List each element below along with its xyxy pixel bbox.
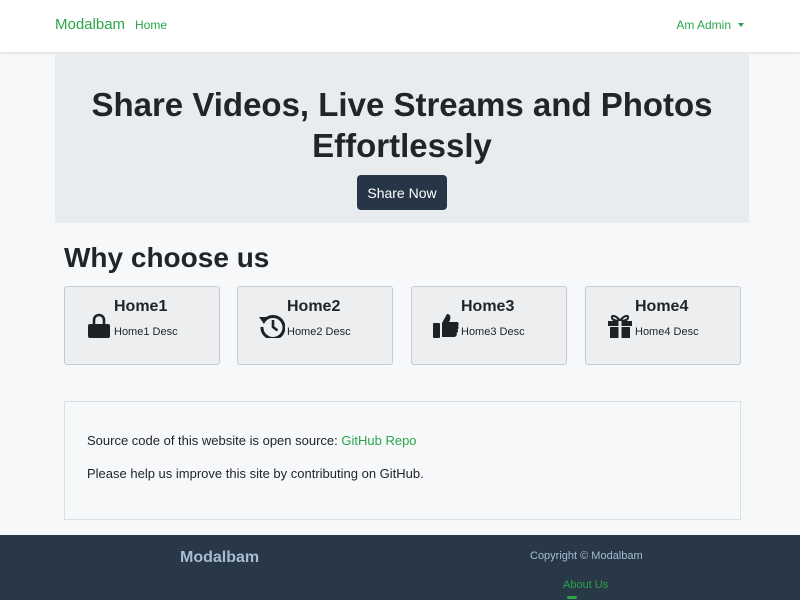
about-us-link[interactable]: About Us <box>563 579 608 591</box>
card-title: Home2 <box>287 298 341 315</box>
hero-title: Share Videos, Live Streams and Photos Ef… <box>91 86 713 164</box>
footer-link-partial[interactable] <box>567 596 577 599</box>
card-desc: Home3 Desc <box>461 326 525 338</box>
caret-down-icon <box>738 23 744 27</box>
card-desc: Home4 Desc <box>635 326 699 338</box>
why-choose-us-heading: Why choose us <box>64 242 270 273</box>
copyright-text: Copyright © Modalbam <box>530 550 643 562</box>
navbar-brand[interactable]: Modalbam <box>55 16 125 33</box>
card-desc: Home2 Desc <box>287 326 351 338</box>
contribute-text: Please help us improve this site by cont… <box>87 466 424 481</box>
source-code-text: Source code of this website is open sour… <box>87 433 417 448</box>
gift-icon <box>608 314 632 338</box>
feature-card: Home1 Home1 Desc <box>64 286 220 365</box>
card-desc: Home1 Desc <box>114 326 178 338</box>
github-repo-link[interactable]: GitHub Repo <box>341 433 416 448</box>
user-menu-dropdown[interactable]: Am Admin <box>676 18 744 32</box>
footer: Modalbam Copyright © Modalbam About Us <box>0 535 800 600</box>
navbar: Modalbam Home Am Admin <box>0 0 800 52</box>
hero-banner: Share Videos, Live Streams and Photos Ef… <box>55 53 749 223</box>
feature-card: Home2 Home2 Desc <box>237 286 393 365</box>
history-icon <box>259 315 285 338</box>
nav-home-link[interactable]: Home <box>135 18 167 32</box>
user-menu-label: Am Admin <box>676 18 731 32</box>
feature-card: Home4 Home4 Desc <box>585 286 741 365</box>
share-now-button[interactable]: Share Now <box>357 175 447 210</box>
source-code-label: Source code of this website is open sour… <box>87 433 342 448</box>
card-title: Home3 <box>461 298 515 315</box>
footer-brand: Modalbam <box>180 549 260 566</box>
card-title: Home1 <box>114 298 168 315</box>
lock-icon <box>88 313 110 338</box>
open-source-panel: Source code of this website is open sour… <box>64 401 741 520</box>
thumbs-up-icon <box>433 314 459 338</box>
feature-card: Home3 Home3 Desc <box>411 286 567 365</box>
card-title: Home4 <box>635 298 689 315</box>
